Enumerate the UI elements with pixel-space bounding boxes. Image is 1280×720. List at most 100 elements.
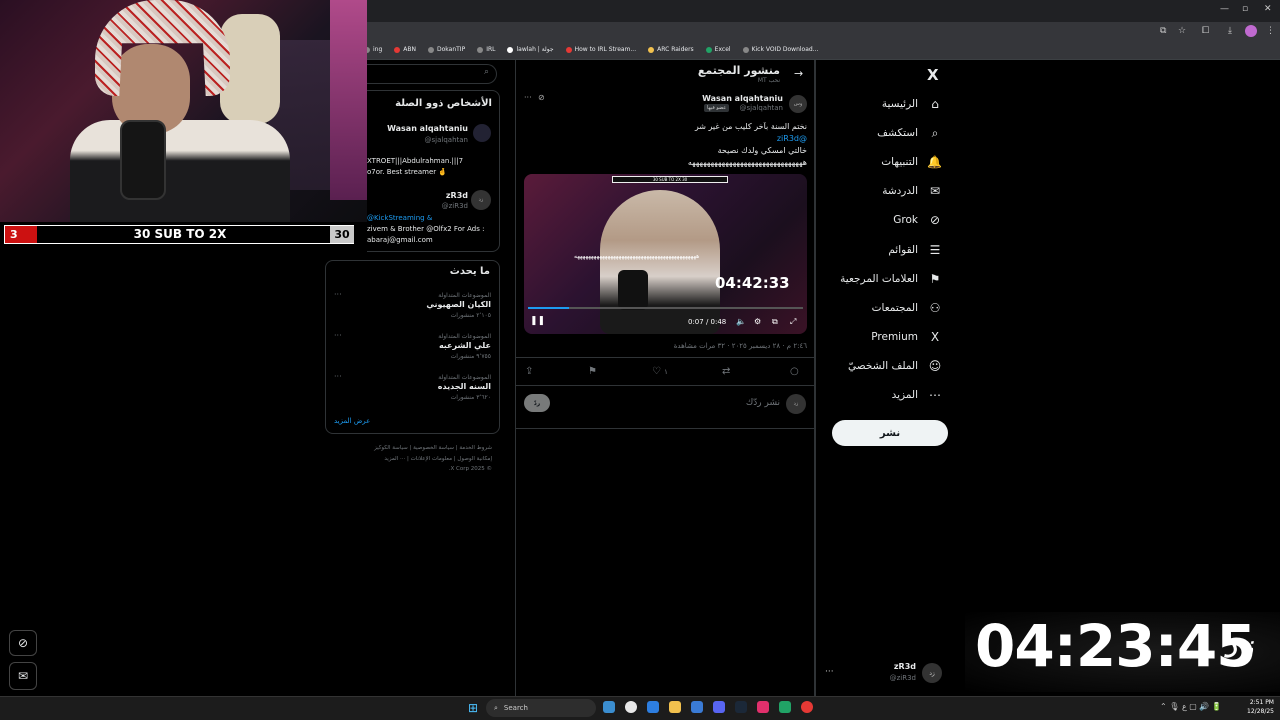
nav-item[interactable]: X Premium	[871, 327, 942, 347]
reply-icon[interactable]: ○	[790, 366, 799, 377]
footer-links[interactable]: إمكانية الوصول | معلومات الإعلانات | ···…	[330, 456, 492, 462]
nav-item[interactable]: ⋯ المزيد	[892, 385, 942, 405]
mail-app-icon[interactable]	[691, 701, 703, 713]
bookmark-item[interactable]: IRL	[477, 46, 495, 53]
taskbar-search[interactable]: ⌕ Search	[486, 699, 596, 717]
discord-icon[interactable]	[713, 701, 725, 713]
trend-more-icon[interactable]: ···	[334, 372, 342, 381]
search-input[interactable]	[367, 64, 497, 84]
user-name[interactable]: zR3d	[380, 191, 468, 200]
trend-more-icon[interactable]: ···	[334, 331, 342, 340]
divider	[515, 428, 815, 429]
star-icon[interactable]: ☆	[1178, 26, 1186, 36]
trends-title: ما يحدث	[449, 266, 490, 277]
mail-icon[interactable]: ✉	[9, 662, 37, 690]
cam-light	[330, 0, 367, 200]
bookmark-item[interactable]: lawlah | جولة	[507, 46, 554, 53]
bookmark-icon[interactable]: ⚑	[588, 366, 597, 377]
nav-item[interactable]: ⌂ الرئيسية	[882, 94, 942, 114]
nav-item[interactable]: ✉ الدردشة	[882, 181, 942, 201]
video-microphone	[618, 270, 648, 310]
bookmark-item[interactable]: ABN	[394, 46, 416, 53]
clock-time[interactable]: 2:51 PM	[1240, 699, 1274, 706]
grok-icon[interactable]: ⊘	[538, 93, 545, 102]
steam-icon[interactable]	[735, 701, 747, 713]
extensions-icon[interactable]: ⧠	[1202, 26, 1209, 36]
account-avatar[interactable]: زد	[922, 663, 942, 683]
post-mention-link[interactable]: @ziR3d	[525, 134, 807, 143]
trend-name[interactable]: السنه الجديده	[345, 382, 491, 391]
reply-input[interactable]: نشر ردّك	[600, 398, 780, 408]
picture-in-picture-icon[interactable]: ⧉	[772, 317, 778, 327]
bookmark-item[interactable]: Excel	[705, 46, 731, 53]
copilot-icon[interactable]	[603, 701, 615, 713]
maximize-icon[interactable]: ▫	[1242, 4, 1248, 14]
nav-item[interactable]: ☰ القوائم	[888, 240, 942, 260]
video-progress-fill	[528, 307, 570, 309]
video-progress-track[interactable]	[528, 307, 803, 309]
reply-button[interactable]: ردّ	[524, 394, 550, 412]
nav-item-label: التنبيهات	[881, 156, 918, 168]
post-button[interactable]: نشر	[832, 420, 948, 446]
back-arrow-icon[interactable]: →	[794, 67, 803, 80]
avatar[interactable]	[473, 124, 491, 142]
bookmark-favicon	[565, 46, 572, 53]
taskbar-search-label: Search	[503, 704, 528, 712]
minimize-icon[interactable]: —	[1220, 4, 1229, 14]
account-more-icon[interactable]: ···	[825, 667, 834, 677]
app-icon[interactable]	[757, 701, 769, 713]
excel-icon[interactable]	[779, 701, 791, 713]
windows-start-icon[interactable]: ⊞	[468, 701, 478, 715]
user-name[interactable]: Wasan alqahtaniu	[380, 124, 468, 133]
bookmark-item[interactable]: DokanTIP	[428, 46, 465, 53]
page-subtitle: MT ‏نحب	[757, 77, 780, 84]
trend-name[interactable]: علي الشرعبه	[345, 341, 491, 350]
nav-item[interactable]: ⌕ استكشف	[877, 123, 942, 143]
obs-icon[interactable]	[801, 701, 813, 713]
nav-item[interactable]: 🔔 التنبيهات	[881, 152, 942, 172]
nav-item-label: المجتمعات	[871, 302, 918, 314]
install-icon[interactable]: ⧉	[1160, 26, 1166, 36]
nav-item[interactable]: ⚑ العلامات المرجعية	[840, 269, 942, 289]
profile-icon: ☺	[928, 359, 942, 373]
clock-date[interactable]: 12/28/25	[1240, 708, 1274, 715]
bookmark-item[interactable]: Kick VOID Download...	[742, 46, 818, 53]
share-icon[interactable]: ⇪	[525, 366, 533, 377]
edge-icon[interactable]	[647, 701, 659, 713]
nav-item[interactable]: ⚇ المجتمعات	[872, 298, 942, 318]
repost-icon[interactable]: ⇄	[722, 366, 730, 377]
chrome-icon[interactable]	[625, 701, 637, 713]
profile-avatar[interactable]	[1245, 25, 1257, 37]
footer-copyright: © 2025 X Corp.	[448, 466, 492, 472]
trend-name[interactable]: الكيان الصهيوني	[345, 300, 491, 309]
trend-more-icon[interactable]: ···	[334, 290, 342, 299]
grok-icon[interactable]: ⊘	[9, 630, 37, 656]
post-author-avatar[interactable]: وس	[789, 95, 807, 113]
avatar[interactable]: زد	[471, 190, 491, 210]
trend-category: الموضوعات المتداولة	[438, 374, 491, 381]
menu-icon[interactable]: ⋮	[1266, 26, 1275, 36]
post-more-icon[interactable]: ···	[524, 93, 532, 102]
like-icon[interactable]: ♡ ١	[652, 366, 668, 377]
footer-links[interactable]: شروط الخدمة | سياسة الخصوصية | سياسة الك…	[330, 445, 492, 451]
reply-avatar: زد	[786, 394, 806, 414]
post-text-line: هههههههههههههههههههههههههههههههه	[687, 158, 807, 167]
file-explorer-icon[interactable]	[669, 701, 681, 713]
settings-icon[interactable]: ⚙	[754, 317, 761, 326]
close-icon[interactable]: ✕	[1264, 4, 1272, 14]
volume-icon[interactable]: 🔈	[736, 317, 746, 326]
nav-item[interactable]: ⊘ Grok	[893, 210, 942, 230]
pause-icon[interactable]: ❚❚	[530, 316, 545, 326]
account-name[interactable]: zR3d	[870, 662, 916, 671]
bookmark-item[interactable]: ARC Raiders	[648, 46, 694, 53]
download-icon[interactable]: ⤓	[1228, 26, 1232, 36]
more-icon: ⋯	[929, 388, 941, 402]
show-more-link[interactable]: عرض المزيد	[334, 417, 370, 425]
x-logo[interactable]: X	[927, 66, 939, 84]
system-tray[interactable]: ⌃ 🎙 ع ▢ 🔊 🔋	[1160, 702, 1222, 711]
post-author-name[interactable]: Wasan alqahtaniu	[640, 94, 783, 103]
bookmark-item[interactable]: How to IRL Stream...	[565, 46, 636, 53]
nav-item[interactable]: ☺ الملف الشخصيّ	[848, 356, 942, 376]
fullscreen-icon[interactable]: ⤢	[790, 317, 796, 327]
bookmark-favicon	[705, 46, 712, 53]
